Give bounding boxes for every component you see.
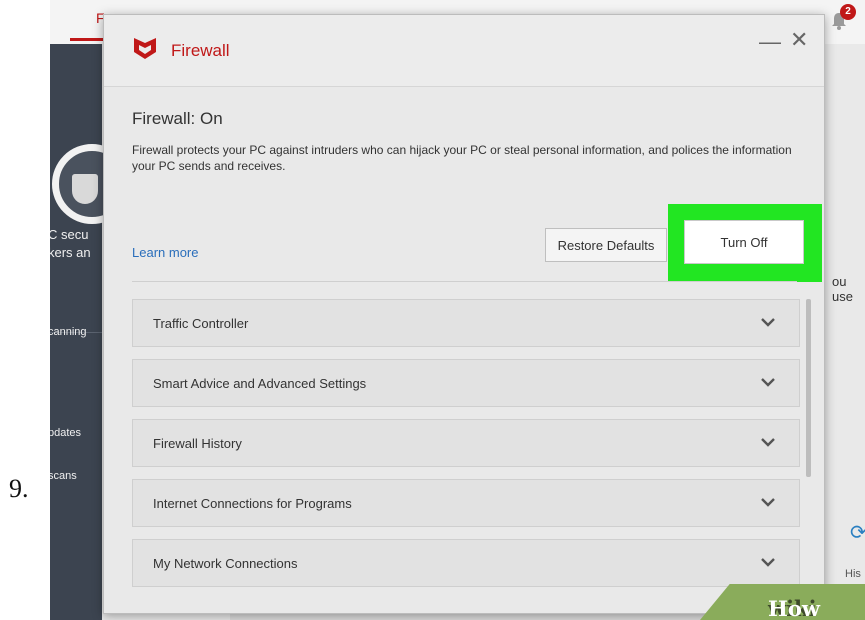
firewall-settings-list: Traffic Controller Smart Advice and Adva… [132, 299, 800, 599]
section-traffic-controller[interactable]: Traffic Controller [132, 299, 800, 347]
chevron-down-icon [761, 498, 775, 507]
minimize-icon[interactable]: — [759, 29, 781, 55]
firewall-status-title: Firewall: On [132, 109, 223, 128]
section-label: My Network Connections [153, 556, 298, 571]
background-sidebar: C secu kers an canning pdates scans [50, 44, 132, 620]
dialog-scrollbar[interactable] [806, 299, 811, 477]
mcafee-shield-logo-icon [134, 38, 156, 59]
chevron-down-icon [761, 558, 775, 567]
sidebar-item-updates[interactable]: pdates [50, 427, 81, 439]
screenshot-stage: 9. F 2 C secu kers an canning pdates sca… [0, 0, 865, 620]
chevron-down-icon [761, 438, 775, 447]
firewall-status-description: Firewall protects your PC against intrud… [132, 143, 792, 173]
section-divider [132, 281, 797, 282]
sidebar-security-text-1: C secu [50, 227, 89, 242]
notification-badge: 2 [840, 4, 856, 20]
firewall-dialog: Firewall — ✕ Firewall: On Firewall prote… [103, 14, 825, 614]
refresh-icon[interactable]: ⟳ [850, 520, 865, 545]
section-label: Internet Connections for Programs [153, 496, 352, 511]
turn-off-button[interactable]: Turn Off [684, 220, 804, 264]
dialog-header: Firewall — ✕ [104, 15, 824, 87]
chevron-down-icon [761, 318, 775, 327]
restore-defaults-button[interactable]: Restore Defaults [545, 228, 667, 262]
section-internet-connections-for-programs[interactable]: Internet Connections for Programs [132, 479, 800, 527]
sidebar-item-scans[interactable]: scans [50, 470, 77, 482]
shield-icon [72, 174, 98, 204]
chevron-down-icon [761, 378, 775, 387]
background-right-text: ou use [832, 274, 853, 304]
close-icon[interactable]: ✕ [790, 27, 808, 53]
learn-more-link[interactable]: Learn more [132, 245, 198, 260]
section-firewall-history[interactable]: Firewall History [132, 419, 800, 467]
background-history-label: His [845, 568, 861, 580]
section-smart-advice-advanced-settings[interactable]: Smart Advice and Advanced Settings [132, 359, 800, 407]
sidebar-security-text-2: kers an [50, 245, 91, 260]
section-my-network-connections[interactable]: My Network Connections [132, 539, 800, 587]
step-number: 9. [9, 474, 29, 503]
section-label: Traffic Controller [153, 316, 249, 331]
sidebar-item-scanning[interactable]: canning [50, 326, 87, 338]
dialog-title: Firewall [171, 41, 230, 60]
section-label: Smart Advice and Advanced Settings [153, 376, 367, 391]
section-label: Firewall History [153, 436, 242, 451]
